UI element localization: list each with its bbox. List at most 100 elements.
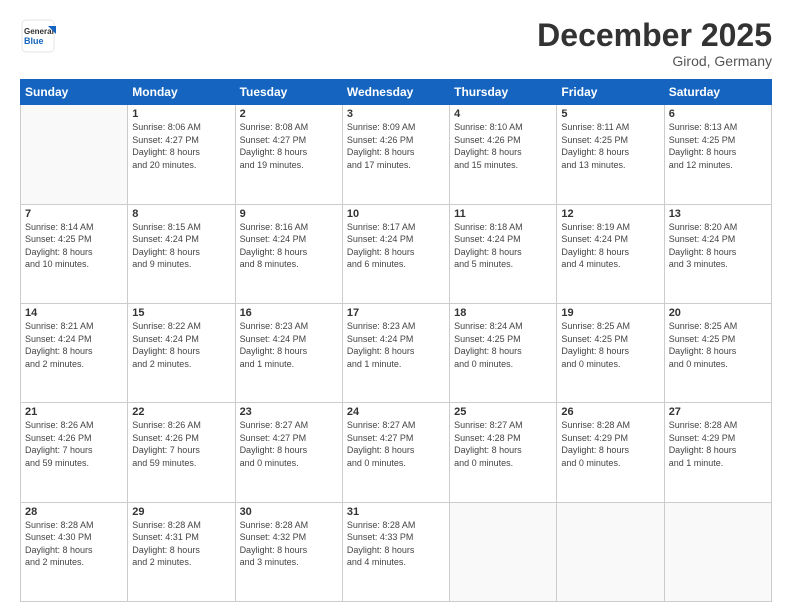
day-number: 3 <box>347 108 445 120</box>
day-info: Sunrise: 8:22 AM Sunset: 4:24 PM Dayligh… <box>132 320 230 370</box>
day-number: 21 <box>25 406 123 418</box>
calendar-day-header: Friday <box>557 80 664 105</box>
calendar-table: SundayMondayTuesdayWednesdayThursdayFrid… <box>20 79 772 602</box>
day-info: Sunrise: 8:24 AM Sunset: 4:25 PM Dayligh… <box>454 320 552 370</box>
calendar-cell: 5Sunrise: 8:11 AM Sunset: 4:25 PM Daylig… <box>557 105 664 204</box>
day-info: Sunrise: 8:20 AM Sunset: 4:24 PM Dayligh… <box>669 221 767 271</box>
calendar-cell: 16Sunrise: 8:23 AM Sunset: 4:24 PM Dayli… <box>235 303 342 402</box>
title-block: December 2025 Girod, Germany <box>537 18 772 69</box>
calendar-day-header: Thursday <box>450 80 557 105</box>
day-number: 31 <box>347 506 445 518</box>
calendar-cell: 27Sunrise: 8:28 AM Sunset: 4:29 PM Dayli… <box>664 403 771 502</box>
calendar-day-header: Sunday <box>21 80 128 105</box>
header: General Blue December 2025 Girod, German… <box>20 18 772 69</box>
calendar-week-row: 28Sunrise: 8:28 AM Sunset: 4:30 PM Dayli… <box>21 502 772 601</box>
calendar-cell: 1Sunrise: 8:06 AM Sunset: 4:27 PM Daylig… <box>128 105 235 204</box>
logo: General Blue <box>20 18 56 54</box>
day-number: 7 <box>25 208 123 220</box>
calendar-cell: 12Sunrise: 8:19 AM Sunset: 4:24 PM Dayli… <box>557 204 664 303</box>
day-number: 28 <box>25 506 123 518</box>
calendar-cell <box>21 105 128 204</box>
day-info: Sunrise: 8:18 AM Sunset: 4:24 PM Dayligh… <box>454 221 552 271</box>
calendar-week-row: 21 Sunrise: 8:26 AM Sunset: 4:26 PM Dayli… <box>21 403 772 502</box>
day-number: 2 <box>240 108 338 120</box>
logo-icon: General Blue <box>20 18 56 54</box>
day-info: Sunrise: 8:06 AM Sunset: 4:27 PM Dayligh… <box>132 121 230 171</box>
calendar-cell: 7Sunrise: 8:14 AM Sunset: 4:25 PM Daylig… <box>21 204 128 303</box>
calendar-cell: 3Sunrise: 8:09 AM Sunset: 4:26 PM Daylig… <box>342 105 449 204</box>
day-number: 8 <box>132 208 230 220</box>
day-number: 30 <box>240 506 338 518</box>
day-info: Sunrise: 8:11 AM Sunset: 4:25 PM Dayligh… <box>561 121 659 171</box>
calendar-cell <box>664 502 771 601</box>
calendar-day-header: Saturday <box>664 80 771 105</box>
day-number: 12 <box>561 208 659 220</box>
day-number: 15 <box>132 307 230 319</box>
day-number: 29 <box>132 506 230 518</box>
calendar-header-row: SundayMondayTuesdayWednesdayThursdayFrid… <box>21 80 772 105</box>
calendar-cell: 6Sunrise: 8:13 AM Sunset: 4:25 PM Daylig… <box>664 105 771 204</box>
calendar-cell: 8Sunrise: 8:15 AM Sunset: 4:24 PM Daylig… <box>128 204 235 303</box>
calendar-cell: 2Sunrise: 8:08 AM Sunset: 4:27 PM Daylig… <box>235 105 342 204</box>
day-number: 10 <box>347 208 445 220</box>
day-number: 24 <box>347 406 445 418</box>
calendar-cell: 23Sunrise: 8:27 AM Sunset: 4:27 PM Dayli… <box>235 403 342 502</box>
day-info: Sunrise: 8:23 AM Sunset: 4:24 PM Dayligh… <box>347 320 445 370</box>
calendar-cell: 19Sunrise: 8:25 AM Sunset: 4:25 PM Dayli… <box>557 303 664 402</box>
day-info: Sunrise: 8:28 AM Sunset: 4:33 PM Dayligh… <box>347 519 445 569</box>
calendar-cell: 24Sunrise: 8:27 AM Sunset: 4:27 PM Dayli… <box>342 403 449 502</box>
day-info: Sunrise: 8:10 AM Sunset: 4:26 PM Dayligh… <box>454 121 552 171</box>
day-info: Sunrise: 8:08 AM Sunset: 4:27 PM Dayligh… <box>240 121 338 171</box>
day-number: 13 <box>669 208 767 220</box>
calendar-day-header: Monday <box>128 80 235 105</box>
day-number: 14 <box>25 307 123 319</box>
calendar-cell: 30Sunrise: 8:28 AM Sunset: 4:32 PM Dayli… <box>235 502 342 601</box>
calendar-cell: 18Sunrise: 8:24 AM Sunset: 4:25 PM Dayli… <box>450 303 557 402</box>
day-number: 27 <box>669 406 767 418</box>
calendar-cell: 9Sunrise: 8:16 AM Sunset: 4:24 PM Daylig… <box>235 204 342 303</box>
day-info: Sunrise: 8:15 AM Sunset: 4:24 PM Dayligh… <box>132 221 230 271</box>
svg-text:Blue: Blue <box>24 36 44 46</box>
day-number: 18 <box>454 307 552 319</box>
day-number: 25 <box>454 406 552 418</box>
day-info: Sunrise: 8:09 AM Sunset: 4:26 PM Dayligh… <box>347 121 445 171</box>
day-info: Sunrise: 8:27 AM Sunset: 4:27 PM Dayligh… <box>347 419 445 469</box>
day-info: Sunrise: 8:28 AM Sunset: 4:29 PM Dayligh… <box>561 419 659 469</box>
day-number: 16 <box>240 307 338 319</box>
page: General Blue December 2025 Girod, German… <box>0 0 792 612</box>
calendar-cell: 4Sunrise: 8:10 AM Sunset: 4:26 PM Daylig… <box>450 105 557 204</box>
calendar-cell: 13Sunrise: 8:20 AM Sunset: 4:24 PM Dayli… <box>664 204 771 303</box>
day-number: 19 <box>561 307 659 319</box>
calendar-cell: 17Sunrise: 8:23 AM Sunset: 4:24 PM Dayli… <box>342 303 449 402</box>
day-number: 9 <box>240 208 338 220</box>
day-number: 20 <box>669 307 767 319</box>
day-number: 4 <box>454 108 552 120</box>
day-info: Sunrise: 8:26 AM Sunset: 4:26 PM Dayligh… <box>132 419 230 469</box>
day-info: Sunrise: 8:28 AM Sunset: 4:29 PM Dayligh… <box>669 419 767 469</box>
calendar-cell: 21Sunrise: 8:26 AM Sunset: 4:26 PM Dayli… <box>21 403 128 502</box>
day-info: Sunrise: 8:13 AM Sunset: 4:25 PM Dayligh… <box>669 121 767 171</box>
calendar-cell: 31Sunrise: 8:28 AM Sunset: 4:33 PM Dayli… <box>342 502 449 601</box>
calendar-cell: 22Sunrise: 8:26 AM Sunset: 4:26 PM Dayli… <box>128 403 235 502</box>
day-number: 11 <box>454 208 552 220</box>
calendar-cell: 15Sunrise: 8:22 AM Sunset: 4:24 PM Dayli… <box>128 303 235 402</box>
day-info: Sunrise: 8:28 AM Sunset: 4:31 PM Dayligh… <box>132 519 230 569</box>
calendar-cell: 14Sunrise: 8:21 AM Sunset: 4:24 PM Dayli… <box>21 303 128 402</box>
calendar-cell: 10Sunrise: 8:17 AM Sunset: 4:24 PM Dayli… <box>342 204 449 303</box>
day-number: 5 <box>561 108 659 120</box>
calendar-cell: 29Sunrise: 8:28 AM Sunset: 4:31 PM Dayli… <box>128 502 235 601</box>
day-number: 22 <box>132 406 230 418</box>
day-info: Sunrise: 8:21 AM Sunset: 4:24 PM Dayligh… <box>25 320 123 370</box>
day-number: 23 <box>240 406 338 418</box>
calendar-cell: 26Sunrise: 8:28 AM Sunset: 4:29 PM Dayli… <box>557 403 664 502</box>
day-info: Sunrise: 8:28 AM Sunset: 4:32 PM Dayligh… <box>240 519 338 569</box>
calendar-day-header: Wednesday <box>342 80 449 105</box>
day-info: Sunrise: 8:25 AM Sunset: 4:25 PM Dayligh… <box>561 320 659 370</box>
calendar-week-row: 1Sunrise: 8:06 AM Sunset: 4:27 PM Daylig… <box>21 105 772 204</box>
calendar-cell: 28Sunrise: 8:28 AM Sunset: 4:30 PM Dayli… <box>21 502 128 601</box>
day-info: Sunrise: 8:17 AM Sunset: 4:24 PM Dayligh… <box>347 221 445 271</box>
day-info: Sunrise: 8:27 AM Sunset: 4:27 PM Dayligh… <box>240 419 338 469</box>
day-info: Sunrise: 8:14 AM Sunset: 4:25 PM Dayligh… <box>25 221 123 271</box>
calendar-week-row: 14Sunrise: 8:21 AM Sunset: 4:24 PM Dayli… <box>21 303 772 402</box>
day-info: Sunrise: 8:19 AM Sunset: 4:24 PM Dayligh… <box>561 221 659 271</box>
